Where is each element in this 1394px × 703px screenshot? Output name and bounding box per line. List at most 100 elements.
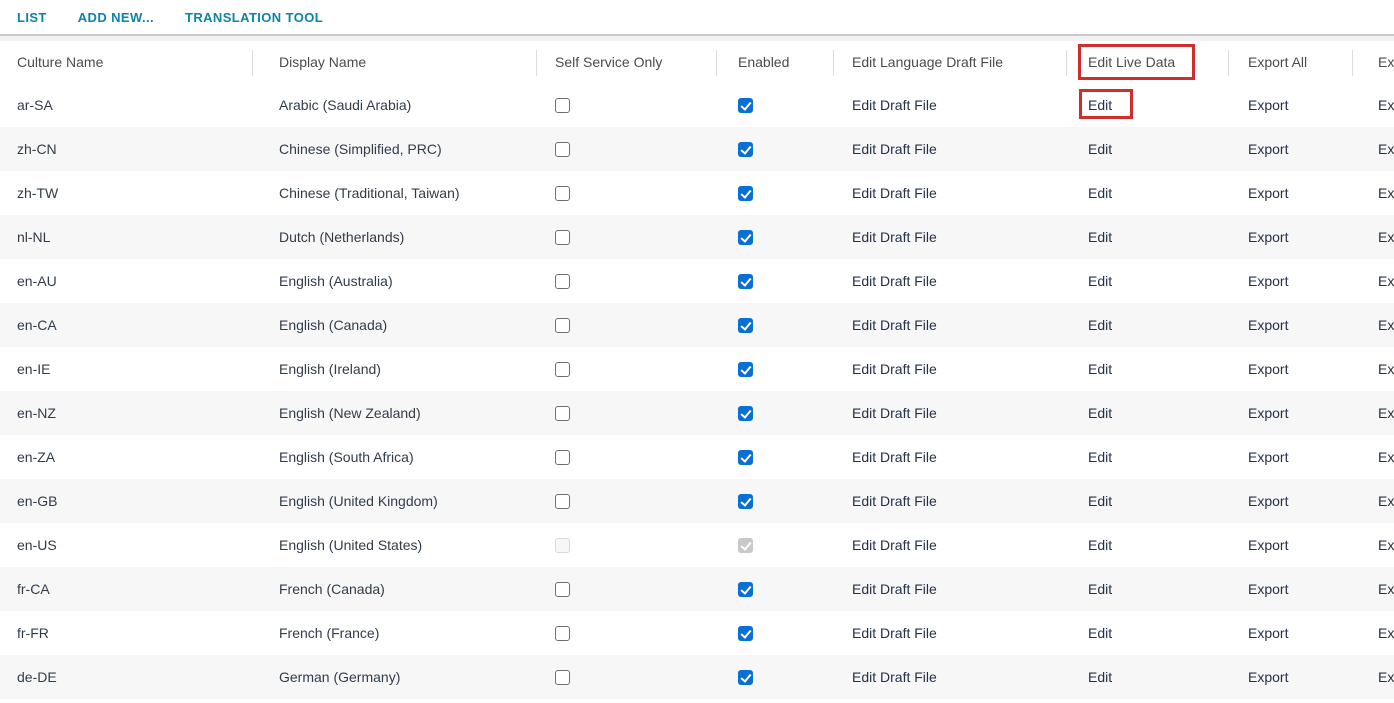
- export-clipped-link[interactable]: Export: [1378, 185, 1394, 201]
- edit-draft-file-link[interactable]: Edit Draft File: [852, 317, 937, 333]
- culture-name-cell: en-US: [17, 537, 57, 553]
- enabled-checkbox[interactable]: [738, 142, 753, 158]
- export-all-link[interactable]: Export: [1248, 185, 1288, 201]
- enabled-checkbox[interactable]: [738, 186, 753, 202]
- enabled-checkbox[interactable]: [738, 362, 753, 378]
- export-clipped-link[interactable]: Export: [1378, 625, 1394, 641]
- export-all-link[interactable]: Export: [1248, 141, 1288, 157]
- export-all-link[interactable]: Export: [1248, 581, 1288, 597]
- display-name-cell: English (South Africa): [279, 449, 414, 465]
- export-all-link[interactable]: Export: [1248, 317, 1288, 333]
- self-service-checkbox[interactable]: [555, 582, 570, 598]
- edit-live-data-link[interactable]: Edit: [1088, 317, 1112, 333]
- export-clipped-link[interactable]: Export: [1378, 581, 1394, 597]
- export-all-link[interactable]: Export: [1248, 537, 1288, 553]
- self-service-checkbox[interactable]: [555, 230, 570, 246]
- edit-live-data-link[interactable]: Edit: [1088, 141, 1112, 157]
- enabled-checkbox[interactable]: [738, 494, 753, 510]
- export-clipped-link[interactable]: Export: [1378, 493, 1394, 509]
- enabled-cell: [716, 83, 833, 127]
- enabled-cell: [716, 347, 833, 391]
- nav-item-list[interactable]: LIST: [17, 10, 47, 25]
- edit-draft-file-link[interactable]: Edit Draft File: [852, 273, 937, 289]
- edit-draft-file-link[interactable]: Edit Draft File: [852, 97, 937, 113]
- edit-draft-file-link[interactable]: Edit Draft File: [852, 449, 937, 465]
- edit-live-data-link[interactable]: Edit: [1088, 361, 1112, 377]
- edit-live-data-link[interactable]: Edit: [1088, 493, 1112, 509]
- self-service-checkbox[interactable]: [555, 406, 570, 422]
- enabled-checkbox[interactable]: [738, 274, 753, 290]
- export-clipped-link[interactable]: Export: [1378, 141, 1394, 157]
- export-clipped-link[interactable]: Export: [1378, 97, 1394, 113]
- edit-live-data-link[interactable]: Edit: [1088, 185, 1112, 201]
- self-service-only-cell: [536, 215, 716, 259]
- export-clipped-link[interactable]: Export: [1378, 361, 1394, 377]
- self-service-checkbox[interactable]: [555, 142, 570, 158]
- export-all-link[interactable]: Export: [1248, 97, 1288, 113]
- self-service-only-cell: [536, 127, 716, 171]
- edit-live-data-link[interactable]: Edit: [1088, 97, 1112, 113]
- enabled-checkbox[interactable]: [738, 318, 753, 334]
- edit-draft-file-link[interactable]: Edit Draft File: [852, 537, 937, 553]
- edit-live-data-link[interactable]: Edit: [1088, 449, 1112, 465]
- edit-live-data-link[interactable]: Edit: [1088, 537, 1112, 553]
- self-service-checkbox[interactable]: [555, 362, 570, 378]
- self-service-checkbox[interactable]: [555, 626, 570, 642]
- self-service-checkbox[interactable]: [555, 98, 570, 114]
- display-name-cell: English (New Zealand): [252, 391, 536, 435]
- edit-draft-file-cell: Edit Draft File: [833, 83, 1066, 127]
- export-clipped-link[interactable]: Export: [1378, 229, 1394, 245]
- export-all-link[interactable]: Export: [1248, 405, 1288, 421]
- enabled-checkbox[interactable]: [738, 670, 753, 686]
- edit-live-data-link[interactable]: Edit: [1088, 669, 1112, 685]
- self-service-checkbox[interactable]: [555, 274, 570, 290]
- self-service-checkbox[interactable]: [555, 450, 570, 466]
- edit-live-data-link[interactable]: Edit: [1088, 625, 1112, 641]
- export-clipped-link[interactable]: Export: [1378, 537, 1394, 553]
- export-all-link[interactable]: Export: [1248, 625, 1288, 641]
- export-clipped-link[interactable]: Export: [1378, 317, 1394, 333]
- export-clipped-link[interactable]: Export: [1378, 405, 1394, 421]
- edit-draft-file-link[interactable]: Edit Draft File: [852, 669, 937, 685]
- edit-draft-file-link[interactable]: Edit Draft File: [852, 141, 937, 157]
- export-all-link[interactable]: Export: [1248, 669, 1288, 685]
- edit-draft-file-link[interactable]: Edit Draft File: [852, 493, 937, 509]
- edit-draft-file-link[interactable]: Edit Draft File: [852, 405, 937, 421]
- export-all-link[interactable]: Export: [1248, 361, 1288, 377]
- edit-live-data-link[interactable]: Edit: [1088, 581, 1112, 597]
- enabled-checkbox[interactable]: [738, 626, 753, 642]
- edit-draft-file-link[interactable]: Edit Draft File: [852, 185, 937, 201]
- column-header-edit-language-draft-file: Edit Language Draft File: [833, 41, 1066, 83]
- self-service-checkbox[interactable]: [555, 186, 570, 202]
- table-row: fr-CA French (Canada) Edit Draft File Ed…: [0, 567, 1394, 611]
- enabled-checkbox[interactable]: [738, 98, 753, 114]
- self-service-checkbox[interactable]: [555, 494, 570, 510]
- culture-name-cell: en-NZ: [0, 391, 252, 435]
- export-clipped-cell: Export: [1352, 435, 1394, 479]
- edit-live-data-link[interactable]: Edit: [1088, 405, 1112, 421]
- enabled-checkbox[interactable]: [738, 230, 753, 246]
- export-clipped-link[interactable]: Export: [1378, 273, 1394, 289]
- enabled-checkbox[interactable]: [738, 582, 753, 598]
- enabled-checkbox[interactable]: [738, 406, 753, 422]
- export-all-link[interactable]: Export: [1248, 449, 1288, 465]
- export-all-link[interactable]: Export: [1248, 493, 1288, 509]
- export-clipped-link[interactable]: Export: [1378, 669, 1394, 685]
- edit-draft-file-link[interactable]: Edit Draft File: [852, 625, 937, 641]
- edit-live-data-link[interactable]: Edit: [1088, 273, 1112, 289]
- edit-live-data-cell: Edit: [1066, 611, 1228, 655]
- edit-draft-file-link[interactable]: Edit Draft File: [852, 361, 937, 377]
- column-header-culture-name: Culture Name: [0, 41, 252, 83]
- nav-item-translation-tool[interactable]: TRANSLATION TOOL: [185, 10, 323, 25]
- enabled-cell: [716, 127, 833, 171]
- export-all-link[interactable]: Export: [1248, 229, 1288, 245]
- edit-live-data-link[interactable]: Edit: [1088, 229, 1112, 245]
- self-service-checkbox[interactable]: [555, 670, 570, 686]
- nav-item-add-new[interactable]: ADD NEW...: [78, 10, 154, 25]
- export-all-link[interactable]: Export: [1248, 273, 1288, 289]
- export-clipped-link[interactable]: Export: [1378, 449, 1394, 465]
- edit-draft-file-link[interactable]: Edit Draft File: [852, 581, 937, 597]
- enabled-checkbox[interactable]: [738, 450, 753, 466]
- self-service-checkbox[interactable]: [555, 318, 570, 334]
- edit-draft-file-link[interactable]: Edit Draft File: [852, 229, 937, 245]
